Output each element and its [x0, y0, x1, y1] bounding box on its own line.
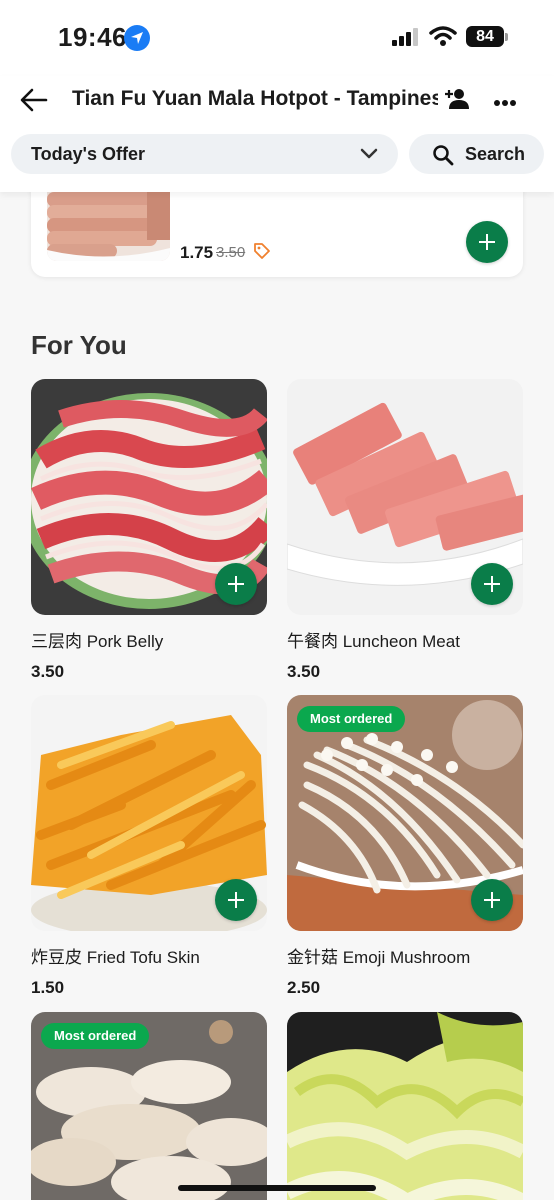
search-label: Search — [465, 144, 526, 164]
menu-item-card[interactable] — [287, 1012, 523, 1200]
fried-tofu-skin-image — [31, 695, 267, 931]
back-arrow-icon — [20, 88, 48, 112]
battery-indicator: 84 — [466, 26, 504, 47]
offer-price: 1.75 — [180, 243, 214, 262]
more-options-icon[interactable] — [493, 94, 517, 112]
group-order-icon[interactable] — [444, 87, 470, 116]
store-title: Tian Fu Yuan Mala Hotpot - Tampines I — [72, 87, 438, 110]
oyster-mushroom-image: Most ordered — [31, 1012, 267, 1200]
menu-item-card[interactable]: 三层肉 Pork Belly 3.50 — [31, 379, 267, 682]
chevron-down-icon — [360, 148, 378, 159]
discount-tag-icon — [253, 242, 271, 265]
location-arrow-icon — [124, 25, 150, 51]
luncheon-meat-image — [287, 379, 523, 615]
menu-item-card[interactable]: Most ordered 金针菇 Emoji Mushroom 2.50 — [287, 695, 523, 998]
item-name: 炸豆皮 Fried Tofu Skin — [31, 948, 200, 967]
category-dropdown-label: Today's Offer — [31, 144, 145, 164]
category-dropdown[interactable]: Today's Offer — [11, 134, 398, 174]
menu-item-card[interactable]: 午餐肉 Luncheon Meat 3.50 — [287, 379, 523, 682]
item-price: 1.50 — [31, 978, 65, 997]
add-to-cart-button[interactable] — [466, 221, 508, 263]
item-price: 3.50 — [287, 662, 321, 681]
menu-item-card[interactable]: Most ordered — [31, 1012, 267, 1200]
item-price: 3.50 — [31, 662, 65, 681]
most-ordered-badge: Most ordered — [41, 1023, 150, 1049]
add-to-cart-button[interactable] — [471, 563, 513, 605]
most-ordered-badge: Most ordered — [297, 706, 406, 732]
offer-old-price: 3.50 — [216, 244, 246, 261]
pork-belly-image — [31, 379, 267, 615]
add-to-cart-button[interactable] — [471, 879, 513, 921]
enoki-mushroom-image: Most ordered — [287, 695, 523, 931]
search-button[interactable]: Search — [409, 134, 544, 174]
wifi-icon — [429, 25, 457, 52]
item-name: 午餐肉 Luncheon Meat — [287, 632, 460, 651]
item-price: 2.50 — [287, 978, 321, 997]
search-icon — [433, 145, 454, 166]
menu-item-card[interactable]: 炸豆皮 Fried Tofu Skin 1.50 — [31, 695, 267, 998]
status-time: 19:46 — [58, 22, 127, 52]
item-name: 金针菇 Emoji Mushroom — [287, 948, 471, 967]
add-to-cart-button[interactable] — [215, 563, 257, 605]
item-name: 三层肉 Pork Belly — [31, 632, 164, 651]
battery-nub — [505, 33, 508, 41]
home-indicator[interactable] — [178, 1185, 376, 1191]
status-bar: 19:46 84 — [0, 0, 554, 76]
napa-cabbage-image — [287, 1012, 523, 1200]
sausage-image — [47, 188, 170, 261]
add-to-cart-button[interactable] — [215, 879, 257, 921]
store-header: Tian Fu Yuan Mala Hotpot - Tampines I To… — [0, 76, 554, 192]
section-title: For You — [31, 330, 127, 360]
back-button[interactable] — [18, 84, 54, 116]
cellular-signal-icon — [392, 27, 420, 51]
